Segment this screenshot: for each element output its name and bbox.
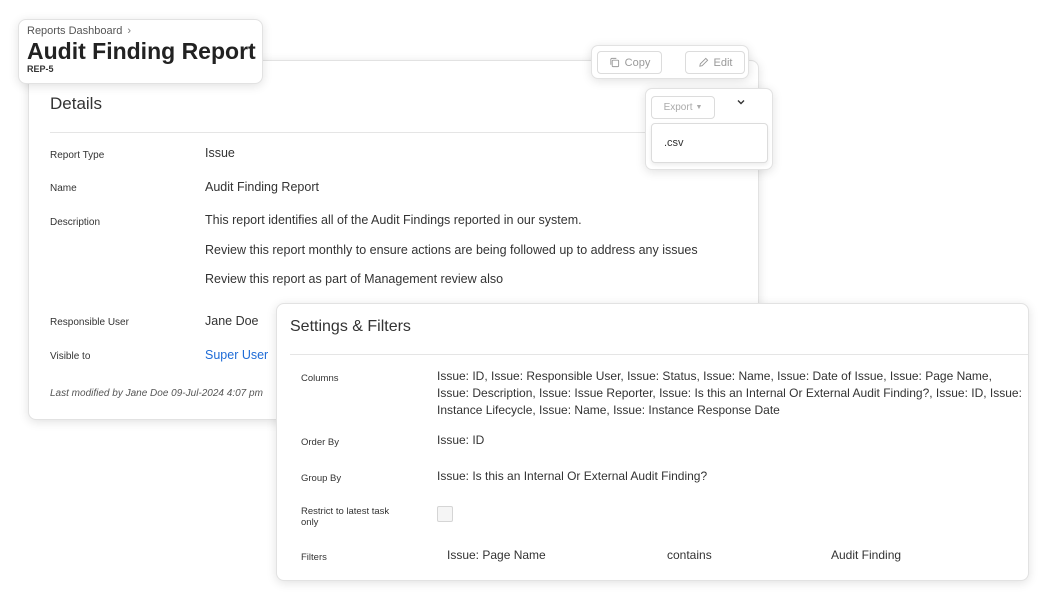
- title-card: Reports Dashboard › Audit Finding Report…: [18, 19, 263, 84]
- breadcrumb-link[interactable]: Reports Dashboard: [27, 25, 122, 37]
- name-value: Audit Finding Report: [205, 180, 319, 194]
- divider: [290, 354, 1028, 355]
- caret-down-icon: ▼: [695, 104, 703, 111]
- export-button[interactable]: Export ▼: [651, 96, 715, 119]
- last-modified-text: Last modified by Jane Doe 09-Jul-2024 4:…: [50, 388, 263, 399]
- filter-operator: contains: [667, 548, 712, 562]
- description-line: This report identifies all of the Audit …: [205, 213, 582, 227]
- columns-value: Issue: ID, Issue: Responsible User, Issu…: [437, 369, 1022, 417]
- menu-item-csv[interactable]: .csv: [664, 137, 684, 149]
- divider: [50, 132, 737, 133]
- report-id: REP-5: [27, 64, 54, 74]
- description-line: Review this report as part of Management…: [205, 272, 504, 286]
- report-type-value: Issue: [205, 146, 235, 160]
- page-title: Audit Finding Report: [27, 38, 256, 64]
- visible-to-label: Visible to: [50, 351, 91, 362]
- columns-label: Columns: [301, 373, 339, 384]
- settings-heading: Settings & Filters: [290, 318, 411, 335]
- action-toolbar: Copy Edit: [591, 45, 749, 79]
- copy-button[interactable]: Copy: [597, 51, 662, 74]
- chevron-right-icon: ›: [127, 25, 132, 37]
- name-label: Name: [50, 183, 77, 194]
- order-by-label: Order By: [301, 437, 340, 448]
- description-line: Review this report monthly to ensure act…: [205, 243, 698, 257]
- copy-label: Copy: [624, 56, 651, 69]
- pencil-icon: [698, 57, 708, 67]
- export-dropdown-menu: .csv: [651, 123, 768, 163]
- report-type-label: Report Type: [50, 150, 105, 161]
- visible-to-link[interactable]: Super User: [205, 348, 268, 362]
- description-label: Description: [50, 217, 101, 228]
- filter-value: Audit Finding: [831, 548, 902, 562]
- restrict-label: Restrict to latest task only: [301, 506, 390, 528]
- export-panel: Export ▼ .csv: [645, 88, 773, 170]
- export-label: Export: [663, 102, 693, 113]
- group-by-label: Group By: [301, 473, 342, 484]
- responsible-user-value: Jane Doe: [205, 314, 259, 328]
- breadcrumb: Reports Dashboard ›: [27, 25, 254, 37]
- edit-button[interactable]: Edit: [685, 51, 745, 74]
- filters-label: Filters: [301, 552, 327, 563]
- filter-field: Issue: Page Name: [447, 548, 546, 562]
- details-heading: Details: [50, 94, 102, 113]
- order-by-value: Issue: ID: [437, 433, 485, 447]
- settings-card: Settings & Filters Columns Issue: ID, Is…: [276, 303, 1029, 581]
- restrict-checkbox[interactable]: [437, 506, 453, 522]
- group-by-value: Issue: Is this an Internal Or External A…: [437, 469, 708, 483]
- copy-icon: [610, 57, 619, 68]
- chevron-down-icon[interactable]: [736, 98, 746, 106]
- responsible-user-label: Responsible User: [50, 317, 129, 328]
- edit-label: Edit: [713, 56, 733, 69]
